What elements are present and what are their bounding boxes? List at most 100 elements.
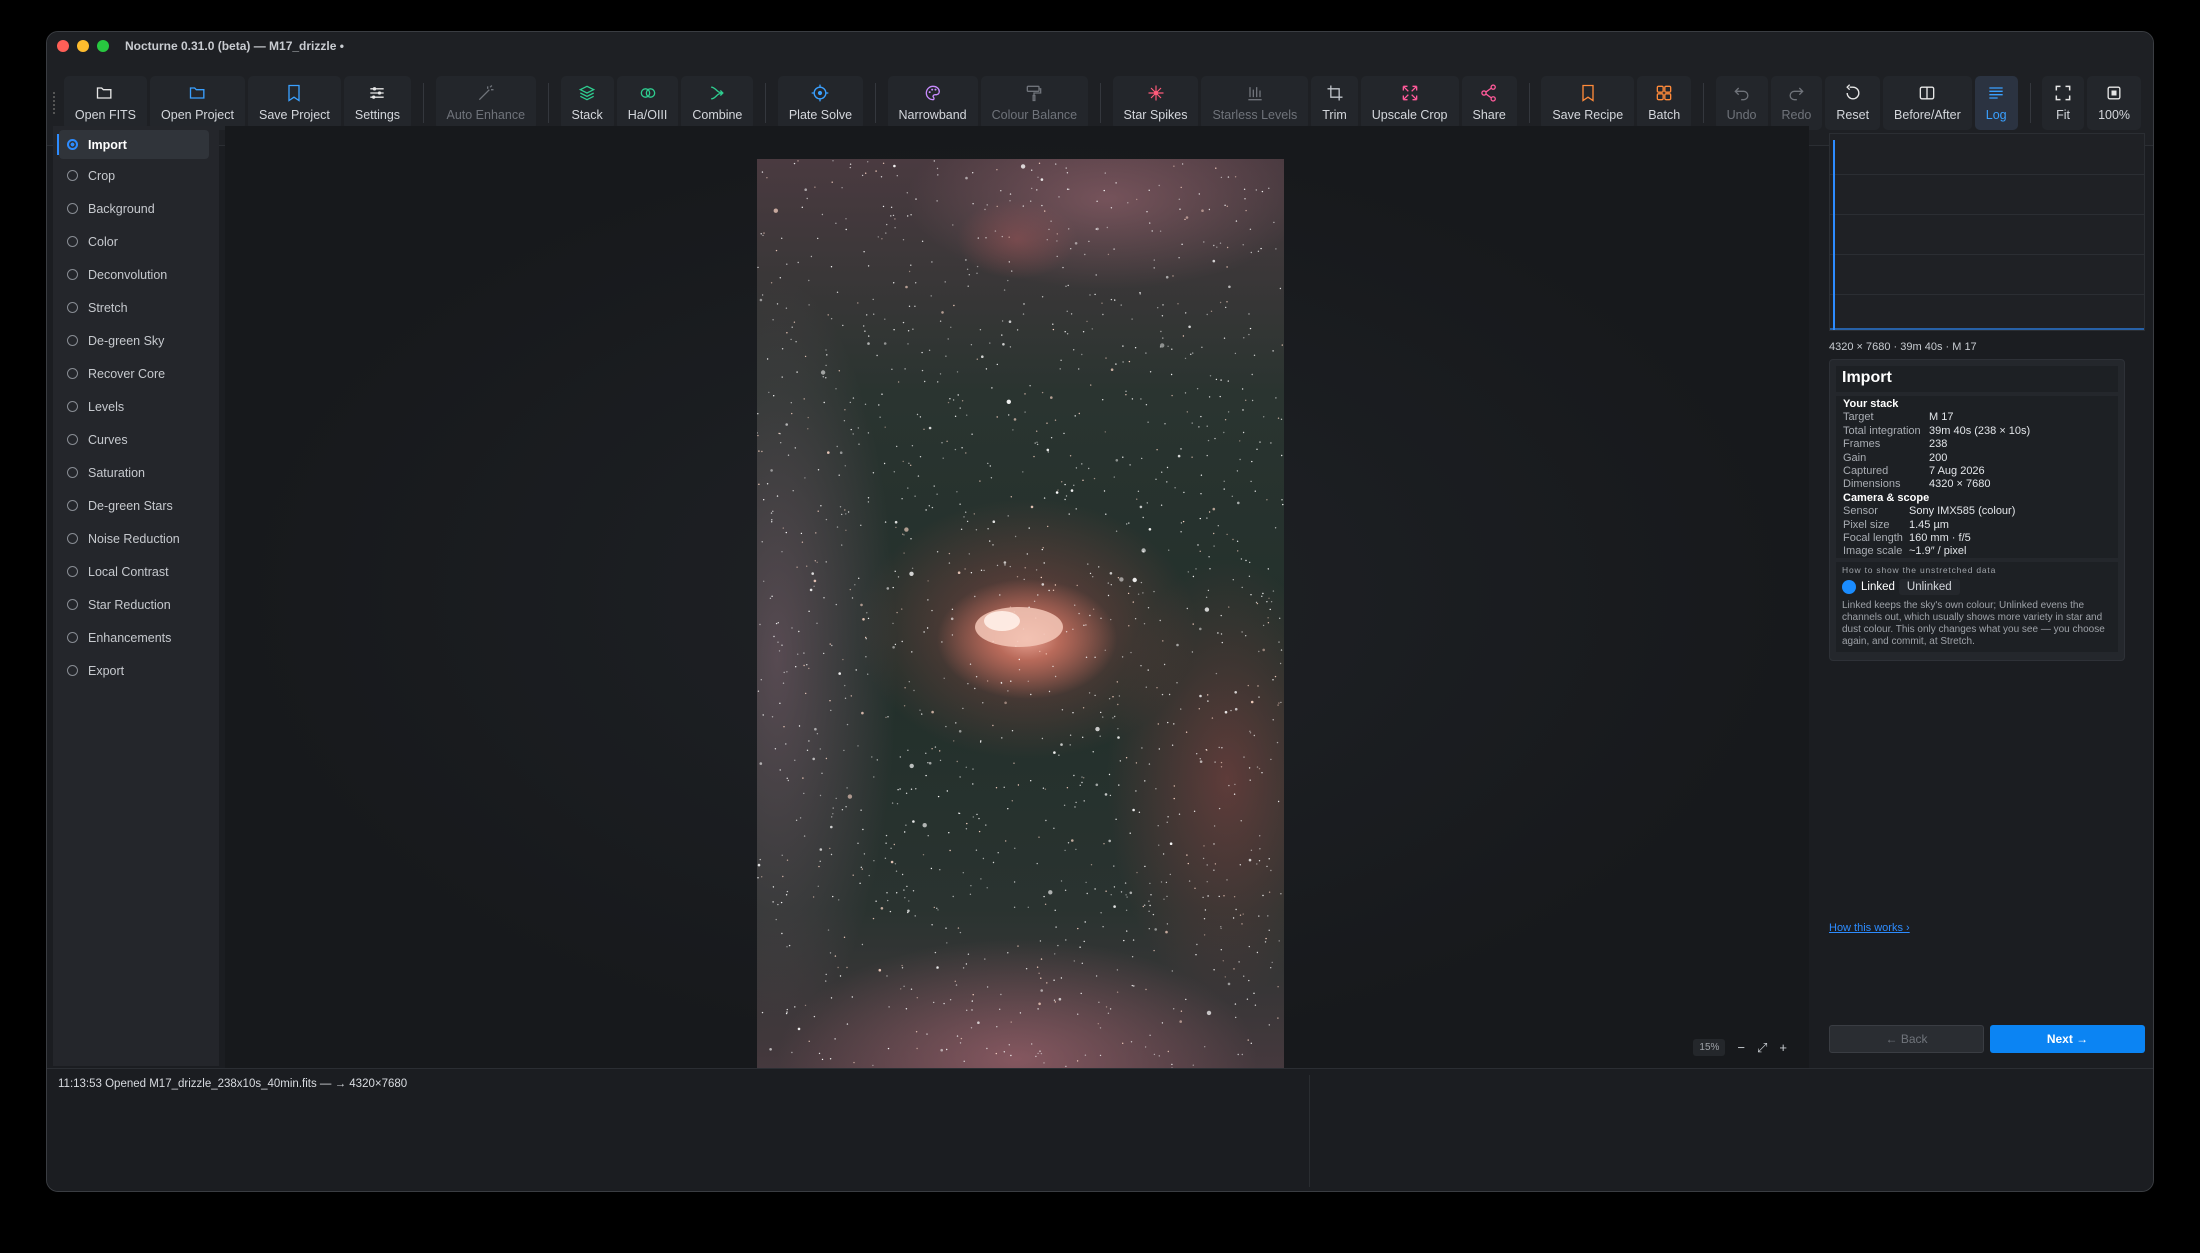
- info-value: ~1.9″ / pixel: [1909, 545, 1967, 558]
- sidebar-item-label: Recover Core: [88, 366, 166, 381]
- plate-solve-button[interactable]: Plate Solve: [777, 75, 864, 130]
- toolbar-button-label: Batch: [1648, 108, 1681, 122]
- sidebar-item-enhancements[interactable]: Enhancements: [53, 621, 219, 654]
- sidebar-item-curves[interactable]: Curves: [53, 423, 219, 456]
- zoom-out-button[interactable]: −: [1737, 1040, 1745, 1055]
- sidebar-item-local-contrast[interactable]: Local Contrast: [53, 555, 219, 588]
- narrowband-button[interactable]: Narrowband: [887, 75, 978, 130]
- sidebar-item-label: Export: [88, 663, 125, 678]
- histogram: [1829, 133, 2145, 331]
- toolbar-button-label: Narrowband: [898, 108, 967, 122]
- image-canvas[interactable]: 15% − ⤢ +: [225, 126, 1809, 1096]
- astro-image[interactable]: [757, 159, 1284, 1096]
- info-key: Dimensions: [1843, 478, 1901, 491]
- folder-icon: [189, 87, 205, 99]
- sidebar-item-recover-core[interactable]: Recover Core: [53, 357, 219, 390]
- radio-icon: [67, 302, 78, 313]
- sidebar-item-background[interactable]: Background: [53, 192, 219, 225]
- auto-enhance-button[interactable]: Auto Enhance: [435, 75, 537, 130]
- square-icon: [2107, 86, 2121, 100]
- star-field: [757, 160, 1284, 1096]
- sidebar-item-saturation[interactable]: Saturation: [53, 456, 219, 489]
- fit-view-button[interactable]: ⤢: [1757, 1040, 1767, 1056]
- toolbar-button-label: Reset: [1836, 108, 1870, 122]
- info-row: Gain 200: [1843, 452, 2111, 465]
- right-panel: 4320 × 7680 · 39m 40s · M 17 Import Your…: [1817, 126, 2153, 1066]
- combine-button[interactable]: Combine: [681, 75, 754, 130]
- before-after-button[interactable]: Before/After: [1883, 75, 1972, 130]
- info-value: 7 Aug 2026: [1929, 465, 1985, 478]
- palette-icon: [925, 85, 940, 101]
- unlinked-option[interactable]: Unlinked: [1898, 579, 1960, 595]
- next-button[interactable]: Next →: [1990, 1025, 2145, 1053]
- toolbar-button-label: Log: [1985, 108, 2007, 122]
- radio-icon: [67, 203, 78, 214]
- sliders-icon: [370, 87, 385, 99]
- reset-button[interactable]: Reset: [1825, 75, 1881, 130]
- close-window-button[interactable]: [57, 40, 69, 52]
- trim-button[interactable]: Trim: [1311, 75, 1358, 130]
- upscale-crop-button[interactable]: Upscale Crop: [1360, 75, 1459, 130]
- toolbar-group: Open FITS Open Project Save Project Setting…: [63, 75, 412, 130]
- sidebar-item-label: Crop: [88, 168, 116, 183]
- radio-icon: [67, 335, 78, 346]
- toolbar-button-label: Before/After: [1894, 108, 1961, 122]
- sidebar-item-de-green-sky[interactable]: De-green Sky: [53, 324, 219, 357]
- sidebar-item-label: Local Contrast: [88, 564, 169, 579]
- toolbar-button-label: Save Project: [259, 108, 330, 122]
- log-line: 11:13:53 Opened M17_drizzle_238x10s_40mi…: [58, 1078, 408, 1090]
- redo-button[interactable]: Redo: [1770, 75, 1823, 130]
- how-this-works-link[interactable]: How this works ›: [1829, 922, 1910, 934]
- batch-button[interactable]: Batch: [1637, 75, 1692, 130]
- sidebar-item-deconvolution[interactable]: Deconvolution: [53, 258, 219, 291]
- sidebar-item-de-green-stars[interactable]: De-green Stars: [53, 489, 219, 522]
- sidebar-item-stretch[interactable]: Stretch: [53, 291, 219, 324]
- toolbar-group: Undo Redo Reset Before/After Log: [1715, 75, 2018, 130]
- toolbar-group: Save Recipe Batch: [1541, 75, 1692, 130]
- sidebar-item-levels[interactable]: Levels: [53, 390, 219, 423]
- zoom-in-button[interactable]: +: [1779, 1040, 1787, 1055]
- star-spikes-button[interactable]: Star Spikes: [1112, 75, 1199, 130]
- unstretched-display-section: How to show the unstretched data Linked …: [1836, 562, 2118, 652]
- linked-option[interactable]: Linked: [1842, 580, 1895, 594]
- open-fits-button[interactable]: Open FITS: [63, 75, 148, 130]
- minimize-window-button[interactable]: [77, 40, 89, 52]
- starless-levels-button[interactable]: Starless Levels: [1201, 75, 1309, 130]
- sidebar-item-noise-reduction[interactable]: Noise Reduction: [53, 522, 219, 555]
- radio-icon: [67, 434, 78, 445]
- sidebar-item-color[interactable]: Color: [53, 225, 219, 258]
- log-divider[interactable]: [1309, 1075, 1310, 1187]
- toolbar-button-label: Starless Levels: [1212, 108, 1298, 122]
- sidebar-item-export[interactable]: Export: [53, 654, 219, 687]
- info-value: 200: [1929, 451, 1948, 464]
- histogram-gridline: [1830, 214, 2144, 215]
- zoom-window-button[interactable]: [97, 40, 109, 52]
- colour-balance-button[interactable]: Colour Balance: [980, 75, 1089, 130]
- ha-oiii-button[interactable]: Ha/OIII: [616, 75, 679, 130]
- info-value: Sony IMX585 (colour): [1909, 505, 2016, 518]
- back-button[interactable]: ← Back: [1829, 1025, 1984, 1053]
- sidebar-item-crop[interactable]: Crop: [53, 159, 219, 192]
- share-button[interactable]: Share: [1461, 75, 1517, 130]
- save-project-button[interactable]: Save Project: [248, 75, 341, 130]
- toolbar-button-label: Undo: [1726, 108, 1757, 122]
- zoom-100-button[interactable]: 100%: [2087, 75, 2142, 130]
- log-button[interactable]: Log: [1974, 75, 2018, 130]
- info-value: 238: [1929, 438, 1948, 451]
- fit-button[interactable]: Fit: [2042, 75, 2085, 130]
- stack-button[interactable]: Stack: [560, 75, 614, 130]
- sidebar-item-star-reduction[interactable]: Star Reduction: [53, 588, 219, 621]
- toolbar-grip[interactable]: [53, 91, 56, 114]
- settings-button[interactable]: Settings: [343, 75, 412, 130]
- sidebar-item-import[interactable]: Import: [57, 130, 209, 159]
- panel-title: Import: [1836, 366, 2118, 392]
- radio-icon: [67, 533, 78, 544]
- log-panel: 11:13:53 Opened M17_drizzle_238x10s_40mi…: [47, 1068, 2153, 1191]
- sidebar-item-label: Levels: [88, 399, 125, 414]
- radio-icon: [67, 632, 78, 643]
- open-project-button[interactable]: Open Project: [150, 75, 245, 130]
- reset-icon: [1845, 84, 1860, 100]
- save-recipe-button[interactable]: Save Recipe: [1541, 75, 1635, 130]
- undo-button[interactable]: Undo: [1715, 75, 1768, 130]
- zoom-level: 15%: [1693, 1039, 1726, 1056]
